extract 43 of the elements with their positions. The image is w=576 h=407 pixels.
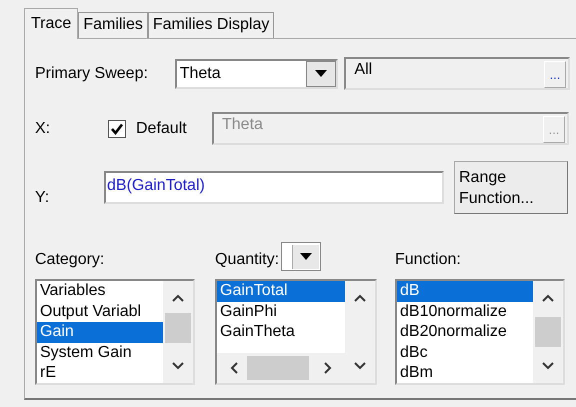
range-field[interactable]: All ... xyxy=(344,57,570,90)
list-label: Category: xyxy=(35,250,106,270)
browse-button[interactable]: ... xyxy=(544,61,566,88)
list-item[interactable]: dBc xyxy=(397,342,533,363)
scroll-thumb[interactable] xyxy=(535,317,561,347)
list-item[interactable]: Output Variabl xyxy=(37,302,163,322)
tab[interactable]: Families xyxy=(78,12,148,38)
list-item[interactable]: dB20normalize xyxy=(397,322,533,342)
list-item[interactable]: Variables xyxy=(37,281,163,302)
up-chevron-icon[interactable] xyxy=(171,293,185,303)
down-chevron-icon[interactable] xyxy=(171,361,185,371)
list-item[interactable]: dB xyxy=(397,281,533,302)
sweep-dropdown[interactable]: Theta xyxy=(174,58,338,88)
list-item[interactable]: GainPhi xyxy=(217,302,345,322)
list-item[interactable]: System Gain xyxy=(37,342,163,363)
field-label: Y: xyxy=(35,188,50,206)
down-chevron-icon[interactable] xyxy=(541,361,555,371)
range-function-button[interactable]: Range Function... xyxy=(454,161,568,214)
dropdown-arrow-icon[interactable] xyxy=(300,253,312,260)
tab[interactable]: Families Display xyxy=(148,12,274,38)
list-label: Function: xyxy=(395,250,462,270)
scroll-thumb[interactable] xyxy=(247,356,309,380)
left-chevron-icon[interactable] xyxy=(229,361,239,375)
list-item[interactable]: dBm xyxy=(397,363,533,383)
dropdown-arrow-icon[interactable] xyxy=(315,70,328,77)
checkbox-label: Default xyxy=(136,120,188,138)
y-expression-field[interactable]: dB(GainTotal) xyxy=(104,171,444,204)
tab[interactable]: Trace xyxy=(24,8,78,39)
field-label: X: xyxy=(35,120,52,138)
list-item[interactable]: GainTheta xyxy=(217,322,345,342)
up-chevron-icon[interactable] xyxy=(353,293,367,303)
list-item[interactable]: Gain xyxy=(37,322,163,342)
right-chevron-icon[interactable] xyxy=(323,361,333,375)
list-item[interactable]: GainTotal xyxy=(217,281,345,302)
quantity-dropdown[interactable] xyxy=(281,242,322,271)
list-label: Quantity: xyxy=(215,250,280,270)
down-chevron-icon[interactable] xyxy=(353,361,367,371)
field-label: Primary Sweep: xyxy=(35,64,149,82)
list-item[interactable]: rE xyxy=(37,363,163,383)
list-item[interactable]: dB10normalize xyxy=(397,302,533,322)
up-chevron-icon[interactable] xyxy=(541,293,555,303)
scroll-thumb[interactable] xyxy=(165,313,191,343)
checkmark-icon xyxy=(111,122,123,134)
